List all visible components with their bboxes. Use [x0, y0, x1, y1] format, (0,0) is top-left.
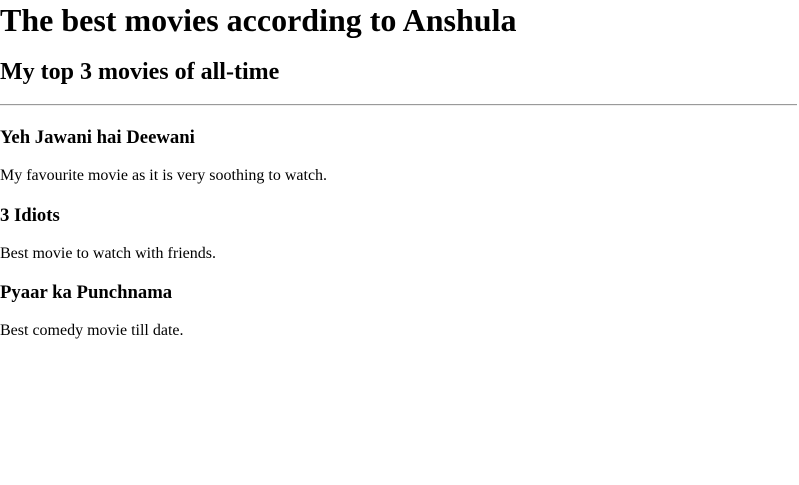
movie-entry: 3 Idiots Best movie to watch with friend…	[0, 205, 216, 262]
page-subtitle: My top 3 movies of all-time	[0, 59, 280, 85]
movie-title: Pyaar ka Punchnama	[0, 282, 173, 303]
movie-title: Yeh Jawani hai Deewani	[0, 127, 195, 148]
page-title: The best movies according to Anshula	[0, 2, 517, 38]
divider	[0, 104, 797, 106]
movie-entry: Yeh Jawani hai Deewani My favourite movi…	[0, 127, 327, 184]
movie-entry: Pyaar ka Punchnama Best comedy movie til…	[0, 282, 184, 339]
page: The best movies according to Anshula My …	[0, 0, 799, 485]
movie-title: 3 Idiots	[0, 205, 60, 226]
movie-description: Best movie to watch with friends.	[0, 245, 216, 262]
movie-description: Best comedy movie till date.	[0, 322, 184, 339]
movie-description: My favourite movie as it is very soothin…	[0, 167, 328, 184]
